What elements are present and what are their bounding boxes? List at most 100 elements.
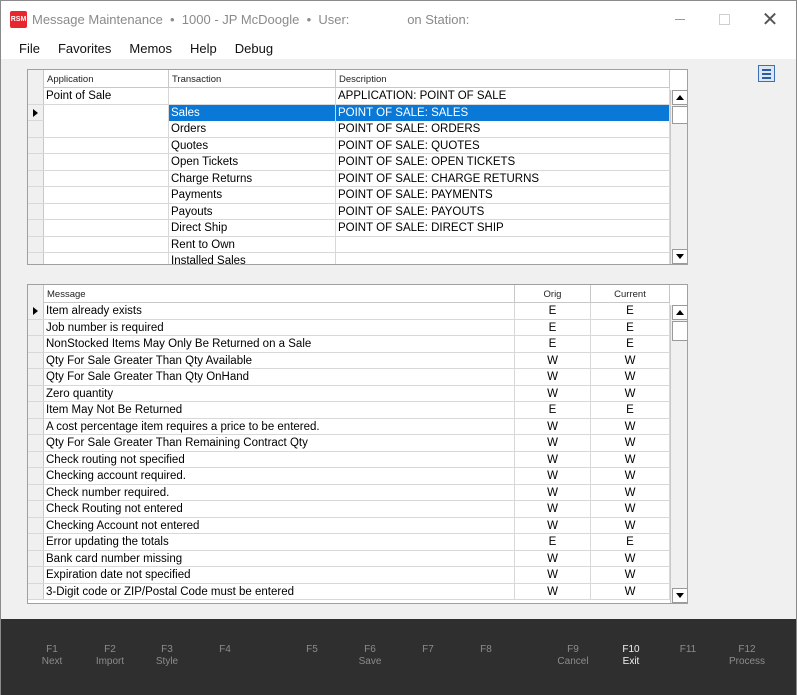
cell-current[interactable]: W	[591, 567, 670, 584]
cell-orig[interactable]: W	[515, 369, 591, 386]
cell-current[interactable]: W	[591, 484, 670, 501]
cell-transaction[interactable]: Rent to Own	[169, 236, 336, 253]
table-row[interactable]: Expiration date not specified W W	[28, 567, 670, 584]
row-indicator[interactable]	[28, 88, 44, 104]
cell-orig[interactable]: W	[515, 435, 591, 452]
row-indicator[interactable]	[28, 468, 44, 484]
scroll-down-icon[interactable]	[672, 249, 687, 264]
cell-orig[interactable]: W	[515, 517, 591, 534]
cell-transaction[interactable]: Sales	[169, 104, 336, 121]
row-indicator[interactable]	[28, 170, 44, 186]
cell-current[interactable]: W	[591, 583, 670, 600]
function-key-f7[interactable]: F7	[398, 644, 458, 656]
row-indicator[interactable]	[28, 385, 44, 401]
function-key-f6[interactable]: F6 Save	[340, 644, 400, 668]
row-indicator[interactable]	[28, 484, 44, 500]
table-row[interactable]: Point of Sale APPLICATION: POINT OF SALE	[28, 88, 670, 105]
row-indicator[interactable]	[28, 187, 44, 203]
row-indicator[interactable]	[28, 369, 44, 385]
table-row[interactable]: Item May Not Be Returned E E	[28, 402, 670, 419]
menu-favorites[interactable]: Favorites	[49, 41, 120, 56]
cell-message[interactable]: Checking account required.	[44, 468, 515, 485]
row-indicator[interactable]	[28, 402, 44, 418]
table-row[interactable]: Job number is required E E	[28, 319, 670, 336]
table-row[interactable]: Rent to Own	[28, 236, 670, 253]
function-key-f3[interactable]: F3 Style	[137, 644, 197, 668]
table-row[interactable]: Error updating the totals E E	[28, 534, 670, 551]
cell-description[interactable]	[336, 236, 670, 253]
row-indicator[interactable]	[28, 567, 44, 583]
table-row[interactable]: Check Routing not entered W W	[28, 501, 670, 518]
cell-current[interactable]: W	[591, 435, 670, 452]
scroll-up-icon[interactable]	[672, 90, 687, 105]
row-indicator[interactable]	[28, 336, 44, 352]
table-row[interactable]: Payments POINT OF SALE: PAYMENTS	[28, 187, 670, 204]
table-row[interactable]: Check routing not specified W W	[28, 451, 670, 468]
column-header-current[interactable]: Current	[591, 285, 670, 303]
table-row[interactable]: Zero quantity W W	[28, 385, 670, 402]
row-indicator[interactable]	[28, 451, 44, 467]
cell-current[interactable]: W	[591, 352, 670, 369]
table-row[interactable]: Open Tickets POINT OF SALE: OPEN TICKETS	[28, 154, 670, 171]
cell-description[interactable]: POINT OF SALE: OPEN TICKETS	[336, 154, 670, 171]
cell-message[interactable]: NonStocked Items May Only Be Returned on…	[44, 336, 515, 353]
cell-transaction[interactable]: Orders	[169, 121, 336, 138]
cell-orig[interactable]: W	[515, 567, 591, 584]
table-row[interactable]: Payouts POINT OF SALE: PAYOUTS	[28, 203, 670, 220]
cell-current[interactable]: W	[591, 517, 670, 534]
scroll-thumb[interactable]	[672, 321, 687, 341]
hamburger-menu-icon[interactable]	[758, 65, 775, 82]
cell-transaction[interactable]: Open Tickets	[169, 154, 336, 171]
cell-description[interactable]: POINT OF SALE: PAYOUTS	[336, 203, 670, 220]
table-row[interactable]: NonStocked Items May Only Be Returned on…	[28, 336, 670, 353]
table-row[interactable]: 3-Digit code or ZIP/Postal Code must be …	[28, 583, 670, 600]
cell-orig[interactable]: W	[515, 550, 591, 567]
cell-message[interactable]: Qty For Sale Greater Than Qty OnHand	[44, 369, 515, 386]
cell-message[interactable]: Check number required.	[44, 484, 515, 501]
row-indicator[interactable]	[28, 418, 44, 434]
transaction-scrollbar[interactable]	[670, 90, 687, 264]
cell-message[interactable]: Checking Account not entered	[44, 517, 515, 534]
cell-application[interactable]	[44, 154, 169, 171]
table-row[interactable]: Charge Returns POINT OF SALE: CHARGE RETU…	[28, 170, 670, 187]
cell-message[interactable]: Error updating the totals	[44, 534, 515, 551]
cell-application[interactable]	[44, 187, 169, 204]
cell-transaction[interactable]: Payouts	[169, 203, 336, 220]
cell-description[interactable]: POINT OF SALE: CHARGE RETURNS	[336, 170, 670, 187]
table-row[interactable]: Quotes POINT OF SALE: QUOTES	[28, 137, 670, 154]
function-key-f9[interactable]: F9 Cancel	[543, 644, 603, 668]
function-key-f11[interactable]: F11	[658, 644, 718, 656]
cell-current[interactable]: W	[591, 418, 670, 435]
cell-transaction[interactable]: Installed Sales	[169, 253, 336, 264]
maximize-button[interactable]	[701, 1, 747, 37]
cell-current[interactable]: W	[591, 501, 670, 518]
row-indicator[interactable]	[28, 435, 44, 451]
cell-orig[interactable]: W	[515, 484, 591, 501]
cell-orig[interactable]: W	[515, 418, 591, 435]
cell-current[interactable]: E	[591, 319, 670, 336]
cell-current[interactable]: W	[591, 468, 670, 485]
cell-description[interactable]: POINT OF SALE: SALES	[336, 104, 670, 121]
cell-description[interactable]: POINT OF SALE: PAYMENTS	[336, 187, 670, 204]
cell-description[interactable]: POINT OF SALE: QUOTES	[336, 137, 670, 154]
cell-application[interactable]	[44, 236, 169, 253]
cell-message[interactable]: Expiration date not specified	[44, 567, 515, 584]
row-indicator[interactable]	[28, 236, 44, 252]
table-row[interactable]: Check number required. W W	[28, 484, 670, 501]
cell-current[interactable]: W	[591, 451, 670, 468]
row-indicator[interactable]	[28, 517, 44, 533]
cell-description[interactable]: POINT OF SALE: DIRECT SHIP	[336, 220, 670, 237]
cell-orig[interactable]: W	[515, 468, 591, 485]
row-indicator[interactable]	[28, 137, 44, 153]
cell-message[interactable]: 3-Digit code or ZIP/Postal Code must be …	[44, 583, 515, 600]
table-row[interactable]: A cost percentage item requires a price …	[28, 418, 670, 435]
cell-orig[interactable]: W	[515, 352, 591, 369]
scroll-thumb[interactable]	[672, 106, 687, 124]
minimize-button[interactable]	[657, 1, 703, 37]
cell-current[interactable]: E	[591, 336, 670, 353]
cell-message[interactable]: Check Routing not entered	[44, 501, 515, 518]
function-key-f12[interactable]: F12 Process	[717, 644, 777, 668]
table-row[interactable]: Qty For Sale Greater Than Remaining Cont…	[28, 435, 670, 452]
cell-message[interactable]: Check routing not specified	[44, 451, 515, 468]
close-button[interactable]: ✕	[747, 1, 793, 37]
